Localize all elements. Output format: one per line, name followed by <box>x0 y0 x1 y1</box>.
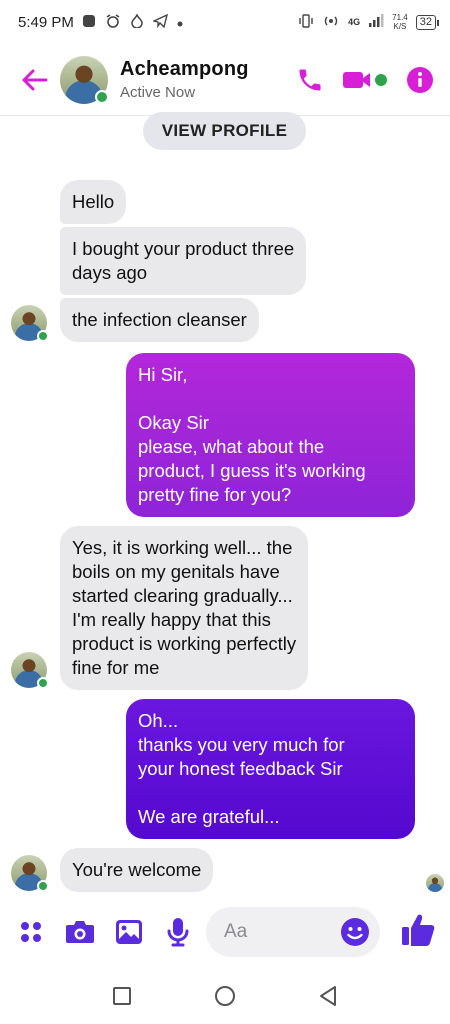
voice-message-button[interactable] <box>161 915 195 949</box>
fire-icon <box>130 12 144 31</box>
sender-avatar[interactable] <box>11 652 49 689</box>
message-input[interactable]: Aa <box>206 907 380 957</box>
message-composer: Aa <box>0 897 450 967</box>
message-bubble[interactable]: the infection cleanser <box>60 298 259 342</box>
online-indicator <box>37 330 49 342</box>
more-actions-button[interactable] <box>14 915 48 949</box>
message-bubble[interactable]: Hi Sir, Okay Sir please, what about the … <box>126 353 415 517</box>
emoji-button[interactable] <box>340 917 370 952</box>
message-bubble[interactable]: Oh... thanks you very much for your hone… <box>126 699 415 839</box>
conversation-header: Acheampong Active Now <box>0 44 450 116</box>
clock: 5:49 PM <box>18 13 74 31</box>
info-button[interactable] <box>406 66 434 94</box>
battery-icon: 32 <box>415 14 440 30</box>
seen-receipt-avatar <box>426 874 444 892</box>
video-camera-icon <box>343 71 387 88</box>
gallery-icon <box>116 920 142 944</box>
camera-button[interactable] <box>63 915 97 949</box>
contact-info[interactable]: Acheampong Active Now <box>120 58 249 101</box>
emoji-icon <box>341 918 369 946</box>
online-indicator <box>37 880 49 892</box>
more-dot-icon <box>177 15 183 30</box>
data-speed-value: 71.4 <box>392 13 408 22</box>
like-button[interactable] <box>400 912 436 953</box>
header-actions <box>296 66 434 94</box>
sender-avatar[interactable] <box>11 855 49 892</box>
online-indicator <box>37 677 49 689</box>
network-type: 4G <box>348 17 361 27</box>
camera-icon <box>66 921 94 943</box>
phone-icon <box>299 69 321 90</box>
back-arrow-icon <box>22 69 48 90</box>
online-indicator <box>95 89 109 104</box>
contact-avatar[interactable] <box>60 55 109 104</box>
app-notification-icon <box>82 14 96 31</box>
info-icon <box>407 66 433 93</box>
system-back-button[interactable] <box>313 981 343 1011</box>
battery-level: 32 <box>419 15 432 28</box>
message-bubble[interactable]: Hello <box>60 180 127 224</box>
message-input-placeholder: Aa <box>224 921 248 942</box>
home-icon <box>214 985 235 1006</box>
message-bubble[interactable]: Yes, it is working well... the boils on … <box>60 526 309 690</box>
back-icon <box>320 985 337 1006</box>
voice-call-button[interactable] <box>296 66 324 94</box>
recents-icon <box>112 986 131 1005</box>
view-profile-button[interactable]: VIEW PROFILE <box>143 112 306 150</box>
notification-icons <box>82 12 183 31</box>
sender-avatar[interactable] <box>11 305 49 342</box>
recents-button[interactable] <box>107 981 137 1011</box>
gallery-button[interactable] <box>112 915 146 949</box>
data-speed-unit: K/S <box>393 22 407 31</box>
alarm-icon <box>105 13 121 31</box>
hotspot-icon <box>322 14 340 31</box>
system-navigation-bar <box>0 967 450 1024</box>
thumbs-up-icon <box>402 914 435 946</box>
video-call-button[interactable] <box>342 68 388 92</box>
signal-icon <box>368 13 384 31</box>
message-thread[interactable]: VIEW PROFILE Hello I bought your product… <box>0 112 450 897</box>
contact-status: Active Now <box>120 84 196 101</box>
message-bubble[interactable]: I bought your product three days ago <box>60 227 307 295</box>
home-button[interactable] <box>210 981 240 1011</box>
menu-dots-icon <box>21 922 41 942</box>
status-bar: 5:49 PM 4G 71.4 K/S 32 <box>0 0 450 44</box>
avatar-image <box>426 874 444 892</box>
back-button[interactable] <box>14 60 54 100</box>
telegram-icon <box>151 13 168 31</box>
system-icons: 4G 71.4 K/S 32 <box>298 13 440 31</box>
data-speed: 71.4 K/S <box>392 13 408 31</box>
microphone-icon <box>167 918 189 947</box>
vibrate-icon <box>298 13 314 31</box>
contact-name: Acheampong <box>120 58 249 80</box>
message-bubble[interactable]: You're welcome <box>60 848 214 892</box>
